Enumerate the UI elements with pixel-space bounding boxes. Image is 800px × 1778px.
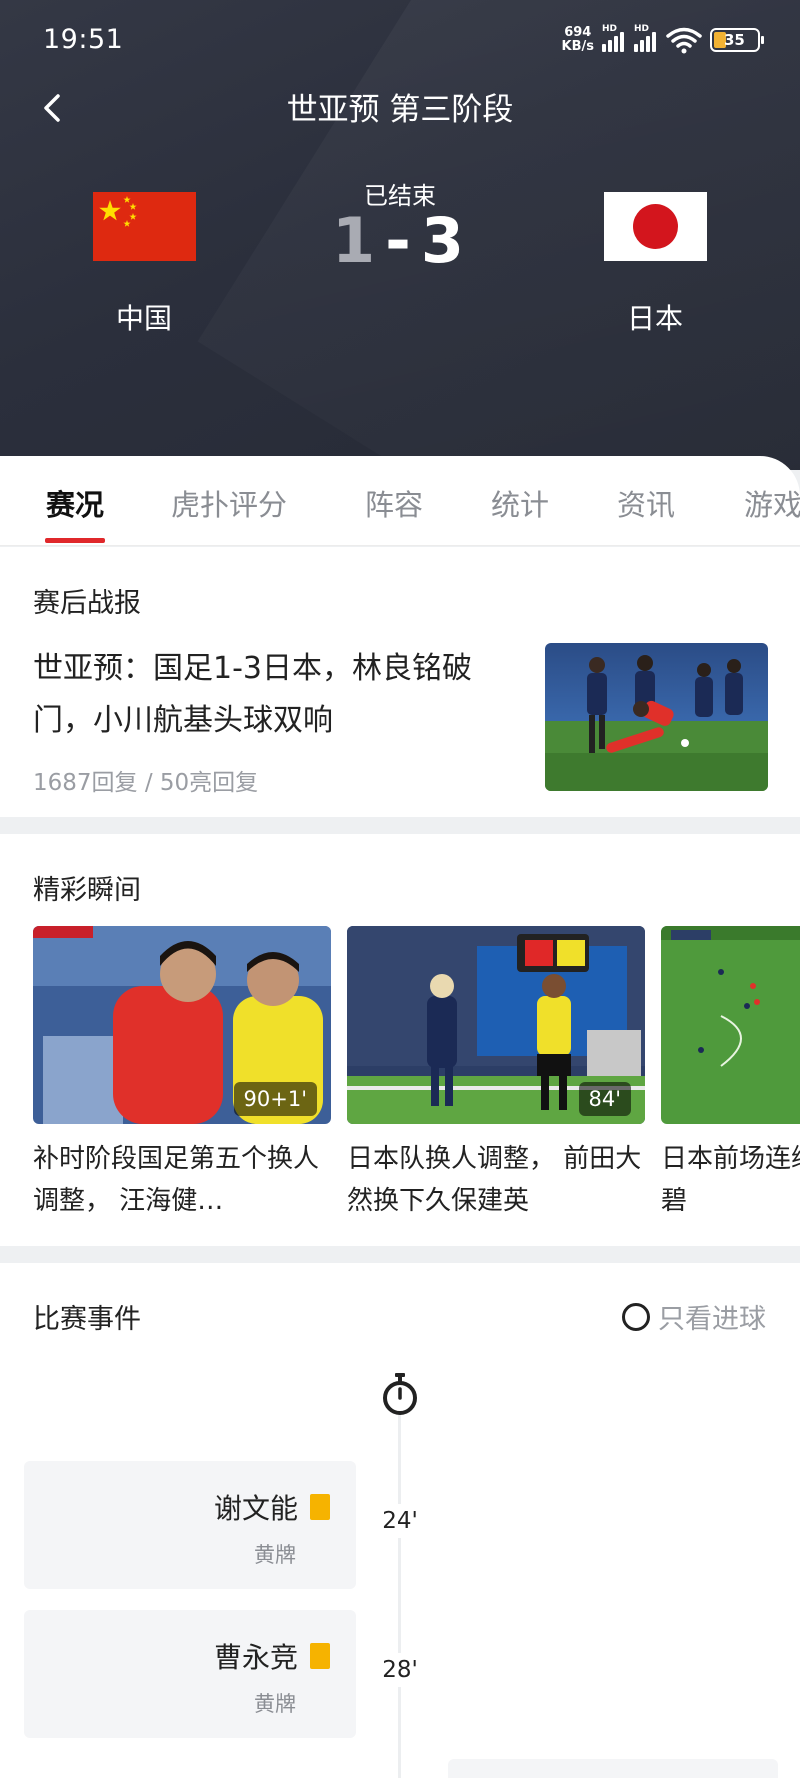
battery-level: 35 (724, 31, 745, 49)
highlight-thumbnail[interactable]: 90+1' (33, 926, 331, 1124)
tab-match-overview[interactable]: 赛况 (45, 456, 105, 543)
report-thumbnail[interactable] (545, 643, 768, 791)
tab-lineup[interactable]: 阵容 (365, 456, 423, 524)
event-item-partial[interactable] (448, 1759, 778, 1778)
report-headline[interactable]: 世亚预：国足1-3日本，林良铭破门，小川航基头球双响 (33, 643, 523, 747)
highlight-item[interactable]: 90+1' 补时阶段国足第五个换人调整， 汪海健… (33, 926, 331, 1222)
tab-bar: 赛况 虎扑评分 阵容 统计 资讯 游戏 (0, 456, 800, 546)
yellow-card-icon (310, 1643, 330, 1669)
status-bar: 19:51 694 KB/s HD HD 35 (0, 0, 800, 80)
event-minute: 28' (372, 1653, 428, 1687)
highlight-caption[interactable]: 补时阶段国足第五个换人调整， 汪海健… (33, 1138, 331, 1222)
timeline-line (398, 1413, 401, 1778)
radio-icon[interactable] (622, 1302, 650, 1331)
tab-news[interactable]: 资讯 (617, 456, 675, 524)
away-score: 3 (420, 204, 468, 277)
highlight-item[interactable]: 84' 日本队换人调整， 前田大然换下久保建英 (347, 926, 645, 1222)
japan-flag-icon (603, 192, 707, 261)
status-time: 19:51 (43, 24, 124, 55)
highlight-minute-badge: 84' (578, 1082, 631, 1116)
highlights-card: 精彩瞬间 90+1' 补时阶段国足第五个换人调整， 汪海健… 84' 日本队换人… (0, 834, 800, 1246)
highlight-item[interactable]: 日本前场连续配合，田中碧 (661, 926, 800, 1222)
highlight-minute-badge: 90+1' (233, 1082, 317, 1116)
battery-icon: 35 (710, 28, 764, 52)
report-reply-count: 1687回复 / 50亮回复 (33, 770, 259, 796)
highlight-caption[interactable]: 日本前场连续配合，田中碧 (661, 1138, 800, 1222)
stopwatch-icon (383, 1373, 417, 1415)
tab-games[interactable]: 游戏 (744, 456, 800, 524)
events-section-title: 比赛事件 (33, 1304, 141, 1335)
event-player-name: 曹永竞 (213, 1641, 298, 1674)
score-separator: - (385, 204, 415, 277)
event-player: 谢文能 (214, 1487, 330, 1527)
highlights-section-title: 精彩瞬间 (33, 875, 141, 906)
event-type: 黄牌 (254, 1543, 296, 1567)
away-team-name: 日本 (626, 302, 683, 335)
event-minute: 24' (372, 1504, 428, 1538)
network-speed-value: 694 (564, 25, 592, 40)
event-item[interactable]: 曹永竞 黄牌 (24, 1610, 356, 1738)
highlight-thumbnail[interactable] (661, 926, 800, 1124)
match-header: 19:51 694 KB/s HD HD 35 世亚预 第三阶段 中国 已结束 … (0, 0, 800, 470)
yellow-card-icon (310, 1494, 330, 1520)
event-type: 黄牌 (254, 1692, 296, 1716)
goals-only-label: 只看进球 (658, 1304, 766, 1335)
tab-stats[interactable]: 统计 (491, 456, 549, 524)
highlight-thumbnail[interactable]: 84' (347, 926, 645, 1124)
match-events-card: 比赛事件 只看进球 谢文能 黄牌 24' 曹永竞 黄牌 28' (0, 1263, 800, 1778)
wifi-icon (666, 27, 702, 54)
cellular-signal-icon-2: HD (634, 24, 658, 52)
goals-only-toggle[interactable]: 只看进球 (622, 1297, 766, 1336)
highlight-caption[interactable]: 日本队换人调整， 前田大然换下久保建英 (347, 1138, 645, 1222)
event-player-name: 谢文能 (213, 1492, 298, 1525)
away-team[interactable]: 日本 (585, 192, 725, 337)
match-report-card[interactable]: 赛后战报 世亚预：国足1-3日本，林良铭破门，小川航基头球双响 1687回复 /… (0, 547, 800, 817)
home-team-name: 中国 (115, 302, 172, 335)
cellular-signal-icon: HD (602, 24, 626, 52)
report-section-title: 赛后战报 (33, 588, 141, 619)
home-score: 1 (331, 204, 380, 277)
event-item[interactable]: 谢文能 黄牌 (24, 1461, 356, 1589)
network-speed: 694 KB/s (562, 26, 594, 54)
page-title: 世亚预 第三阶段 (286, 92, 514, 128)
tab-player-ratings[interactable]: 虎扑评分 (171, 456, 287, 524)
event-player: 曹永竞 (214, 1636, 330, 1676)
active-tab-indicator (45, 538, 105, 543)
status-icons: 694 KB/s HD HD 35 (562, 24, 764, 56)
network-speed-unit: KB/s (561, 39, 594, 54)
